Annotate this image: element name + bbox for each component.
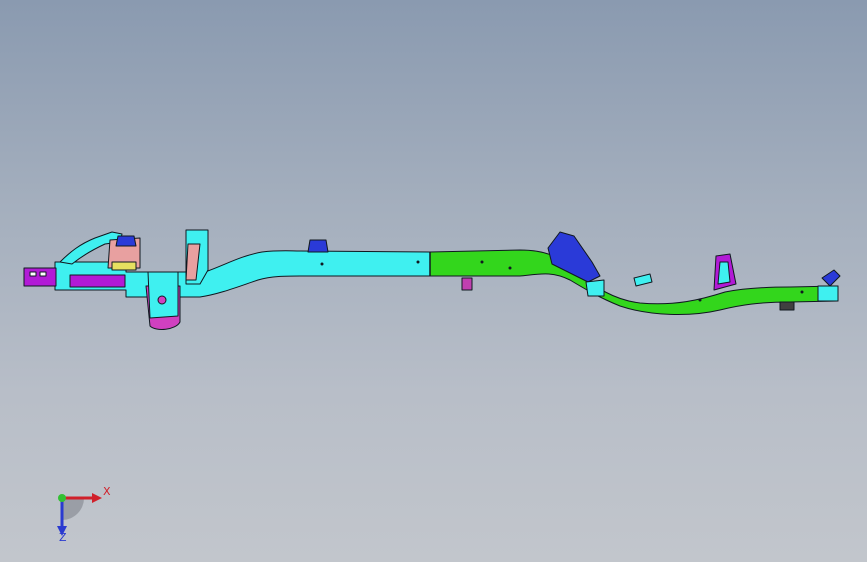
front-rail-end[interactable] [23,267,57,287]
graphics-viewport[interactable]: X Z [0,0,867,562]
rear-frame-rail[interactable] [429,249,839,315]
rail-end-hole [29,271,37,277]
body-mount-front[interactable] [307,239,329,253]
front-frame-rail[interactable] [169,250,431,298]
rear-end-cap[interactable] [817,285,839,302]
body-mount-bolt [461,277,473,291]
z-axis-label: Z [59,531,67,544]
front-rail-end-inner [69,274,126,288]
rear-bracket-link [633,273,653,287]
x-axis-label: X [103,485,111,498]
rear-tow-hook [821,269,841,287]
engine-mount-pad [111,261,137,271]
rear-shackle-bracket[interactable] [585,279,605,297]
chassis-frame-model[interactable] [0,0,867,562]
engine-mount-cap [115,235,137,247]
mount-bolt [157,295,167,305]
coordinate-triad: X Z [44,482,114,546]
rail-end-hole [39,271,47,277]
rear-lower-tab [779,301,795,311]
suspension-mount-plate [147,271,179,319]
rear-upright-insert [717,261,731,285]
